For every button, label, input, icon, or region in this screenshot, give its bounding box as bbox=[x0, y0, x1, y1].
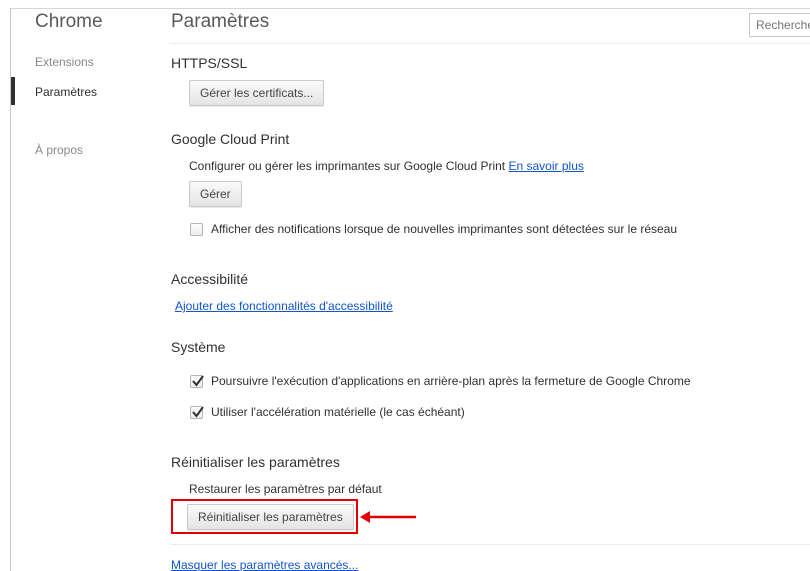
add-accessibility-features-link[interactable]: Ajouter des fonctionnalités d'accessibil… bbox=[175, 299, 393, 313]
manage-certificates-button[interactable]: Gérer les certificats... bbox=[189, 80, 325, 106]
section-title-system: Système bbox=[171, 339, 226, 355]
cloud-print-description-text: Configurer ou gérer les imprimantes sur … bbox=[189, 159, 506, 173]
sidebar-item-extensions[interactable]: Extensions bbox=[35, 55, 94, 69]
header-divider bbox=[171, 43, 810, 44]
hardware-acceleration-label: Utiliser l'accélération matérielle (le c… bbox=[211, 405, 465, 419]
red-arrow-icon bbox=[360, 511, 416, 523]
sidebar-item-settings[interactable]: Paramètres bbox=[35, 85, 97, 99]
section-title-reset: Réinitialiser les paramètres bbox=[171, 454, 340, 470]
hide-advanced-settings-link[interactable]: Masquer les paramètres avancés... bbox=[171, 558, 358, 571]
sidebar-item-about[interactable]: À propos bbox=[35, 143, 83, 157]
manage-printers-button[interactable]: Gérer bbox=[189, 181, 242, 207]
footer-divider bbox=[171, 544, 810, 545]
hardware-acceleration-checkbox[interactable] bbox=[190, 406, 204, 419]
printer-notifications-label: Afficher des notifications lorsque de no… bbox=[211, 222, 678, 236]
settings-main: Paramètres Rechercher HTTPS/SSL Gérer le… bbox=[161, 9, 810, 571]
learn-more-link[interactable]: En savoir plus bbox=[509, 159, 584, 173]
checkmark-icon bbox=[192, 406, 204, 418]
section-title-accessibility: Accessibilité bbox=[171, 271, 249, 287]
cloud-print-description: Configurer ou gérer les imprimantes sur … bbox=[189, 159, 584, 173]
printer-notifications-checkbox[interactable] bbox=[190, 223, 203, 236]
checkmark-icon bbox=[192, 375, 204, 387]
reset-description: Restaurer les paramètres par défaut bbox=[189, 482, 382, 496]
section-title-cloud-print: Google Cloud Print bbox=[171, 131, 290, 147]
page-title: Paramètres bbox=[171, 11, 270, 32]
sidebar-selection-marker bbox=[11, 77, 15, 105]
app-title: Chrome bbox=[35, 11, 103, 32]
background-apps-checkbox[interactable] bbox=[190, 375, 204, 388]
search-input[interactable]: Rechercher bbox=[749, 13, 810, 37]
section-title-https: HTTPS/SSL bbox=[171, 55, 248, 71]
background-apps-label: Poursuivre l'exécution d'applications en… bbox=[211, 374, 691, 388]
sidebar: Chrome Extensions Paramètres À propos bbox=[11, 9, 161, 571]
highlight-box bbox=[171, 499, 358, 534]
